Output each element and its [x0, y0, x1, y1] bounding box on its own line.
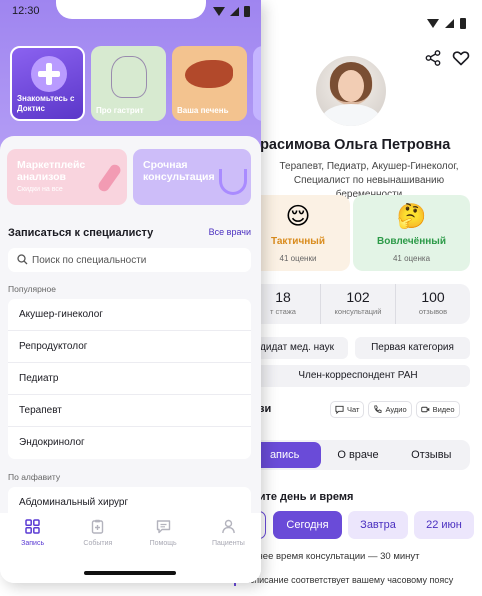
signal-icon	[445, 19, 454, 28]
search-icon	[17, 254, 28, 265]
relieved-face-emoji: 😌	[285, 202, 311, 230]
stat-value: 102	[346, 289, 370, 305]
chat-icon	[335, 405, 344, 414]
clipboard-icon	[92, 519, 104, 534]
list-item[interactable]: Акушер-гинеколог	[8, 299, 251, 331]
signal-icon	[230, 7, 239, 16]
person-icon	[221, 519, 235, 534]
rating-count: 41 оценка	[392, 254, 431, 263]
stat-value: 100	[421, 289, 445, 305]
stat-label: консультаций	[334, 307, 382, 316]
search-input[interactable]	[32, 251, 242, 269]
rating-card-involved: 🤔 Вовлечённый 41 оценка	[353, 195, 470, 271]
battery-icon	[460, 18, 466, 29]
timezone-note: Расписание соответствует вашему часовому…	[234, 574, 474, 586]
credential-chip: дидат мед. наук	[246, 337, 348, 359]
tab-label: Пациенты	[211, 540, 245, 547]
rating-card-tactful: 😌 Тактичный 41 оценки	[246, 195, 350, 271]
phone-icon	[374, 404, 382, 413]
liver-illustration-icon	[185, 60, 233, 88]
thinking-face-emoji: 🤔	[396, 202, 427, 230]
communication-methods: вязи Чат Аудио Видео	[246, 398, 470, 420]
rating-title: Тактичный	[270, 236, 325, 247]
doctor-avatar	[316, 56, 386, 126]
credential-chip: Член-корреспондент РАН	[246, 365, 470, 387]
stat-label: отзывов	[418, 307, 448, 316]
story-card-partial[interactable]	[253, 46, 261, 121]
story-caption: Ваша печень	[177, 106, 229, 115]
share-icon[interactable]	[425, 50, 441, 66]
tab-about-doctor[interactable]: О враче	[321, 442, 394, 468]
stethoscope-icon	[219, 169, 247, 195]
all-doctors-link[interactable]: Все врачи	[209, 227, 251, 237]
chat-option[interactable]: Чат	[330, 400, 365, 418]
profile-tabs: апись О враче Отзывы	[246, 440, 470, 470]
story-card-doktis[interactable]: Знакомьтесь с Доктис	[10, 46, 85, 121]
day-option-date[interactable]: 22 июн	[414, 511, 474, 539]
screen: ерасимова Ольга Петровна Терапевт, Педиа…	[0, 0, 482, 596]
notch	[56, 0, 206, 19]
promo-lab-marketplace[interactable]: Маркетплейс анализов Скидки на все	[7, 149, 127, 205]
chat-label: Чат	[347, 404, 360, 414]
doctor-name: ерасимова Ольга Петровна	[252, 137, 451, 153]
wifi-icon	[427, 19, 439, 28]
day-option-today[interactable]: Сегодня	[273, 511, 342, 539]
rating-title: Вовлечённый	[376, 236, 446, 247]
home-indicator	[84, 571, 176, 575]
audio-option[interactable]: Аудио	[368, 400, 412, 418]
tab-appointments[interactable]: Запись	[0, 513, 65, 583]
tab-label: Помощь	[149, 540, 177, 547]
status-bar	[213, 6, 250, 17]
status-time: 12:30	[12, 5, 40, 17]
specialty-search[interactable]	[8, 248, 251, 272]
average-consultation-time: днее время консультации — 30 минут	[252, 551, 420, 562]
stat-reviews: 100 отзывов	[396, 284, 470, 324]
promo-subtitle: Скидки на все	[17, 186, 63, 193]
specialist-section-title: Записаться к специалисту	[8, 227, 154, 239]
doctor-stats: 18 т стажа 102 консультаций 100 отзывов	[246, 284, 470, 324]
stat-consultations: 102 консультаций	[321, 284, 396, 324]
story-caption: Знакомьтесь с Доктис	[17, 94, 75, 113]
tab-label: Запись	[21, 540, 45, 547]
grid-icon	[25, 519, 40, 534]
credential-chip: Первая категория	[355, 337, 470, 359]
alphabet-label: По алфавиту	[8, 472, 61, 482]
rating-count: 41 оценки	[279, 254, 317, 263]
story-card-liver[interactable]: Ваша печень	[172, 46, 247, 121]
tab-reviews[interactable]: Отзывы	[395, 442, 468, 468]
pick-date-title: рите день и время	[252, 491, 354, 503]
list-item[interactable]: Эндокринолог	[8, 427, 251, 459]
list-item[interactable]: Репродуктолог	[8, 331, 251, 363]
video-icon	[420, 406, 429, 412]
medical-cross-icon	[31, 56, 67, 92]
favorite-heart-icon[interactable]	[452, 49, 470, 67]
story-card-gastritis[interactable]: Про гастрит	[91, 46, 166, 121]
story-caption: Про гастрит	[96, 106, 144, 115]
video-option[interactable]: Видео	[415, 400, 460, 418]
list-item[interactable]: Терапевт	[8, 395, 251, 427]
home-screen: 12:30 Знакомьтесь с Доктис Про гастрит В…	[0, 0, 261, 583]
tab-patients[interactable]: Пациенты	[196, 513, 261, 583]
list-item[interactable]: Педиатр	[8, 363, 251, 395]
chat-icon	[156, 520, 170, 534]
tab-label: События	[83, 540, 113, 547]
promo-urgent-consultation[interactable]: Срочная консультация	[133, 149, 251, 205]
popular-specialties-list: Акушер-гинеколог Репродуктолог Педиатр Т…	[8, 299, 251, 459]
audio-label: Аудио	[385, 404, 407, 414]
popular-label: Популярное	[8, 284, 56, 294]
battery-icon	[244, 6, 250, 17]
stomach-illustration-icon	[111, 56, 147, 98]
wifi-icon	[213, 7, 225, 16]
doctor-profile-screen: ерасимова Ольга Петровна Терапевт, Педиа…	[228, 0, 482, 596]
status-bar	[427, 18, 466, 29]
video-label: Видео	[432, 404, 455, 414]
day-option-tomorrow[interactable]: Завтра	[348, 511, 408, 539]
